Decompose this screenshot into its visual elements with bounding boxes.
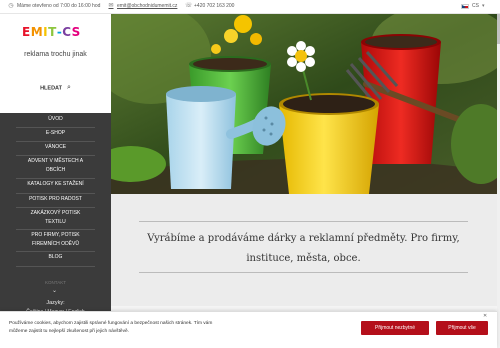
- logo-letter: C: [62, 25, 72, 39]
- nav-item-partial[interactable]: KONTAKT: [0, 280, 111, 285]
- nav-item-uvod[interactable]: ÚVOD: [0, 115, 111, 124]
- top-bar: ◷ Máme otevřeno od 7:00 do 16:00 hod ✉ e…: [0, 0, 500, 14]
- opening-hours-text: Máme otevřeno od 7:00 do 16:00 hod: [17, 3, 101, 9]
- logo-letter: E: [22, 25, 31, 39]
- mail-icon: ✉: [108, 3, 114, 9]
- page: ◷ Máme otevřeno od 7:00 do 16:00 hod ✉ e…: [0, 0, 500, 348]
- languages-label: Jazyky:: [46, 300, 65, 306]
- nav-divider: [16, 178, 95, 179]
- logo[interactable]: EMIT-CS: [22, 25, 90, 39]
- clock-icon: ◷: [8, 3, 14, 9]
- language-code[interactable]: CS: [472, 3, 479, 9]
- phone-icon: ☏: [185, 3, 193, 9]
- nav-item-vanoce[interactable]: VÁNOCE: [0, 143, 111, 152]
- chevron-down-icon: ▾: [481, 3, 485, 9]
- nav-item-pro-firmy[interactable]: PRO FIRMY, POTISK FIREMNÍCH ODĚVŮ: [0, 231, 111, 249]
- hero-image: [111, 14, 497, 194]
- cookie-text-line-1: Používáme cookies, abychom zajistili spr…: [9, 321, 213, 326]
- nav-divider: [16, 207, 95, 208]
- chevron-down-icon[interactable]: ⌄: [52, 287, 57, 294]
- logo-letter: T: [48, 25, 57, 39]
- search-label[interactable]: HLEDAT: [40, 85, 62, 91]
- email-link[interactable]: ✉ emit@obchodnidumemit.cz: [108, 3, 177, 9]
- garden-buckets-illustration: [111, 14, 497, 194]
- slogan-line-2: instituce, města, obce.: [246, 253, 361, 264]
- nav-divider: [16, 229, 95, 230]
- nav-item-zakazkovy-potisk[interactable]: ZAKÁZKOVÝ POTISK TEXTILU: [0, 209, 111, 227]
- opening-hours: ◷ Máme otevřeno od 7:00 do 16:00 hod: [8, 3, 100, 9]
- tagline: reklama trochu jinak: [24, 51, 87, 58]
- close-icon[interactable]: ✕: [483, 313, 487, 319]
- accept-necessary-button[interactable]: Přijmout nezbytné: [361, 321, 429, 335]
- search-icon[interactable]: ⌕: [67, 84, 71, 92]
- slogan-box: Vyrábíme a prodáváme dárky a reklamní př…: [139, 221, 468, 273]
- cookie-text: Používáme cookies, abychom zajistili spr…: [9, 320, 259, 336]
- cookie-banner: ✕ Používáme cookies, abychom zajistili s…: [0, 311, 497, 348]
- czech-flag-icon: [461, 3, 469, 9]
- slogan-text: Vyrábíme a prodáváme dárky a reklamní př…: [139, 229, 468, 269]
- nav-divider: [16, 141, 95, 142]
- nav-item-advent[interactable]: ADVENT V MĚSTECH A OBCÍCH: [0, 157, 111, 175]
- logo-letter: S: [71, 25, 81, 39]
- nav-item-blog[interactable]: BLOG: [0, 253, 111, 262]
- nav-item-potisk-pro-radost[interactable]: POTISK PRO RADOST: [0, 195, 111, 204]
- nav-divider: [16, 266, 95, 267]
- nav-divider: [16, 127, 95, 128]
- nav-item-eshop[interactable]: E-SHOP: [0, 129, 111, 138]
- nav-divider: [16, 193, 95, 194]
- logo-letter: M: [30, 25, 44, 39]
- nav-divider: [16, 155, 95, 156]
- phone-text[interactable]: +420 702 163 200: [194, 3, 234, 9]
- cookie-text-line-2: můžeme zajistit tu nejlepší zkušenost př…: [9, 329, 129, 334]
- slogan-line-1: Vyrábíme a prodáváme dárky a reklamní př…: [147, 233, 460, 244]
- nav-item-katalogy[interactable]: KATALOGY KE STAŽENÍ: [0, 180, 111, 189]
- email-text[interactable]: emit@obchodnidumemit.cz: [117, 3, 177, 9]
- nav-divider: [16, 251, 95, 252]
- language-switcher[interactable]: CS ▾: [461, 3, 484, 9]
- slogan-section: Vyrábíme a prodáváme dárky a reklamní př…: [111, 194, 497, 306]
- sidebar: EMIT-CS reklama trochu jinak HLEDAT ⌕ ÚVO…: [0, 14, 111, 348]
- accept-all-button[interactable]: Přijmout vše: [436, 321, 488, 335]
- phone-link[interactable]: ☏ +420 702 163 200: [185, 3, 234, 9]
- search-button[interactable]: HLEDAT ⌕: [0, 84, 111, 92]
